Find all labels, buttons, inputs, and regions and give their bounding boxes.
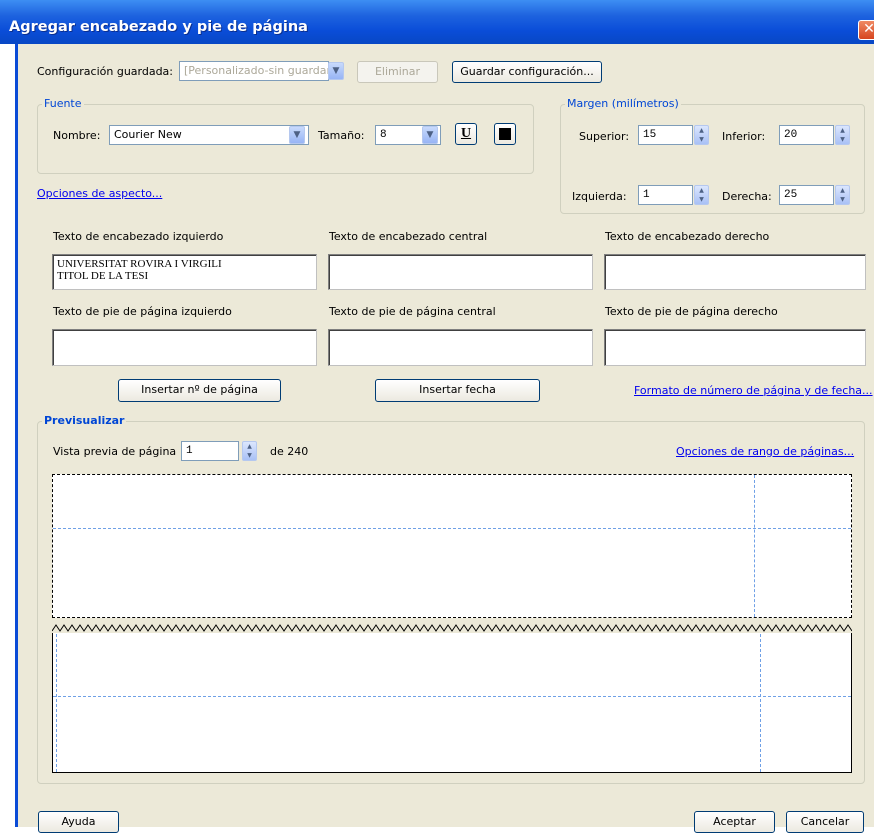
help-button[interactable]: Ayuda (38, 811, 119, 833)
spin-up-icon[interactable]: ▲ (695, 126, 708, 135)
footer-right-textarea[interactable] (604, 329, 866, 366)
preview-page-count: de 240 (270, 445, 309, 458)
footer-center-textarea[interactable] (328, 329, 593, 366)
insert-date-button[interactable]: Insertar fecha (375, 379, 540, 402)
spin-up-icon[interactable]: ▲ (695, 186, 708, 195)
preview-bottom-margin-guide (53, 696, 851, 697)
page-range-options-link[interactable]: Opciones de rango de páginas... (676, 445, 854, 459)
header-right-textarea[interactable] (604, 254, 866, 290)
margin-bottom-input[interactable]: 20 (779, 125, 834, 145)
footer-left-label: Texto de pie de página izquierdo (53, 305, 232, 318)
header-left-label: Texto de encabezado izquierdo (53, 230, 224, 243)
font-name-label: Nombre: (53, 129, 101, 142)
spin-up-icon[interactable]: ▲ (836, 186, 849, 195)
text-color-button[interactable] (494, 123, 516, 145)
color-swatch-icon (499, 128, 511, 140)
preview-right-margin-guide-footer (760, 634, 761, 772)
window-title: Agregar encabezado y pie de página (9, 19, 308, 35)
margin-left-spinner[interactable]: ▲ ▼ (694, 185, 709, 205)
delete-config-button[interactable]: Eliminar (357, 61, 438, 83)
preview-top-margin-guide (53, 528, 851, 529)
font-legend: Fuente (42, 97, 84, 111)
spin-up-icon[interactable]: ▲ (836, 126, 849, 135)
preview-left-margin-guide (56, 634, 57, 772)
footer-center-label: Texto de pie de página central (329, 305, 496, 318)
close-icon: ✕ (863, 21, 874, 37)
spin-down-icon[interactable]: ▼ (695, 135, 708, 144)
close-button[interactable]: ✕ (858, 20, 874, 40)
page-date-format-link[interactable]: Formato de número de página y de fecha..… (634, 384, 873, 398)
preview-legend: Previsualizar (42, 414, 127, 428)
margin-top-label: Superior: (579, 130, 630, 143)
margin-right-spinner[interactable]: ▲ ▼ (835, 185, 850, 205)
appearance-options-link[interactable]: Opciones de aspecto... (37, 187, 162, 201)
margins-legend: Margen (milímetros) (565, 97, 681, 111)
accept-button[interactable]: Aceptar (694, 811, 775, 833)
header-center-textarea[interactable] (328, 254, 593, 290)
spin-up-icon[interactable]: ▲ (243, 442, 256, 451)
header-right-label: Texto de encabezado derecho (605, 230, 770, 243)
header-left-textarea[interactable]: UNIVERSITAT ROVIRA I VIRGILI TITOL DE LA… (52, 254, 317, 290)
chevron-down-icon[interactable]: ▼ (422, 126, 438, 144)
margin-left-label: Izquierda: (572, 190, 627, 203)
font-name-select[interactable]: Courier New (109, 125, 309, 145)
preview-page-spinner[interactable]: ▲ ▼ (242, 441, 257, 461)
footer-right-label: Texto de pie de página derecho (605, 305, 778, 318)
preview-right-margin-guide (754, 475, 755, 617)
preview-header-area (52, 474, 852, 618)
margin-bottom-label: Inferior: (722, 130, 766, 143)
header-center-label: Texto de encabezado central (329, 230, 488, 243)
margin-right-input[interactable]: 25 (779, 185, 834, 205)
margin-right-label: Derecha: (722, 190, 772, 203)
insert-page-number-button[interactable]: Insertar nº de página (118, 379, 281, 402)
spin-down-icon[interactable]: ▼ (695, 195, 708, 204)
preview-page-label: Vista previa de página (53, 445, 177, 458)
margin-left-input[interactable]: 1 (638, 185, 693, 205)
preview-page-input[interactable]: 1 (181, 441, 239, 461)
spin-down-icon[interactable]: ▼ (243, 451, 256, 460)
page-break-zigzag (52, 624, 852, 632)
save-config-button[interactable]: Guardar configuración... (452, 61, 602, 83)
margin-bottom-spinner[interactable]: ▲ ▼ (835, 125, 850, 145)
spin-down-icon[interactable]: ▼ (836, 135, 849, 144)
margin-top-spinner[interactable]: ▲ ▼ (694, 125, 709, 145)
footer-left-textarea[interactable] (52, 329, 317, 366)
chevron-down-icon[interactable]: ▼ (289, 126, 305, 144)
cancel-button[interactable]: Cancelar (786, 811, 864, 833)
desktop-area (0, 44, 16, 827)
font-size-label: Tamaño: (318, 129, 365, 142)
preview-footer-area (52, 633, 852, 773)
underline-button[interactable]: U (455, 123, 477, 145)
saved-config-select[interactable]: [Personalizado-sin guardar] (179, 61, 329, 81)
spin-down-icon[interactable]: ▼ (836, 195, 849, 204)
underline-icon: U (460, 126, 472, 141)
margin-top-input[interactable]: 15 (638, 125, 693, 145)
chevron-down-icon[interactable]: ▼ (328, 62, 344, 80)
saved-config-label: Configuración guardada: (37, 65, 174, 78)
